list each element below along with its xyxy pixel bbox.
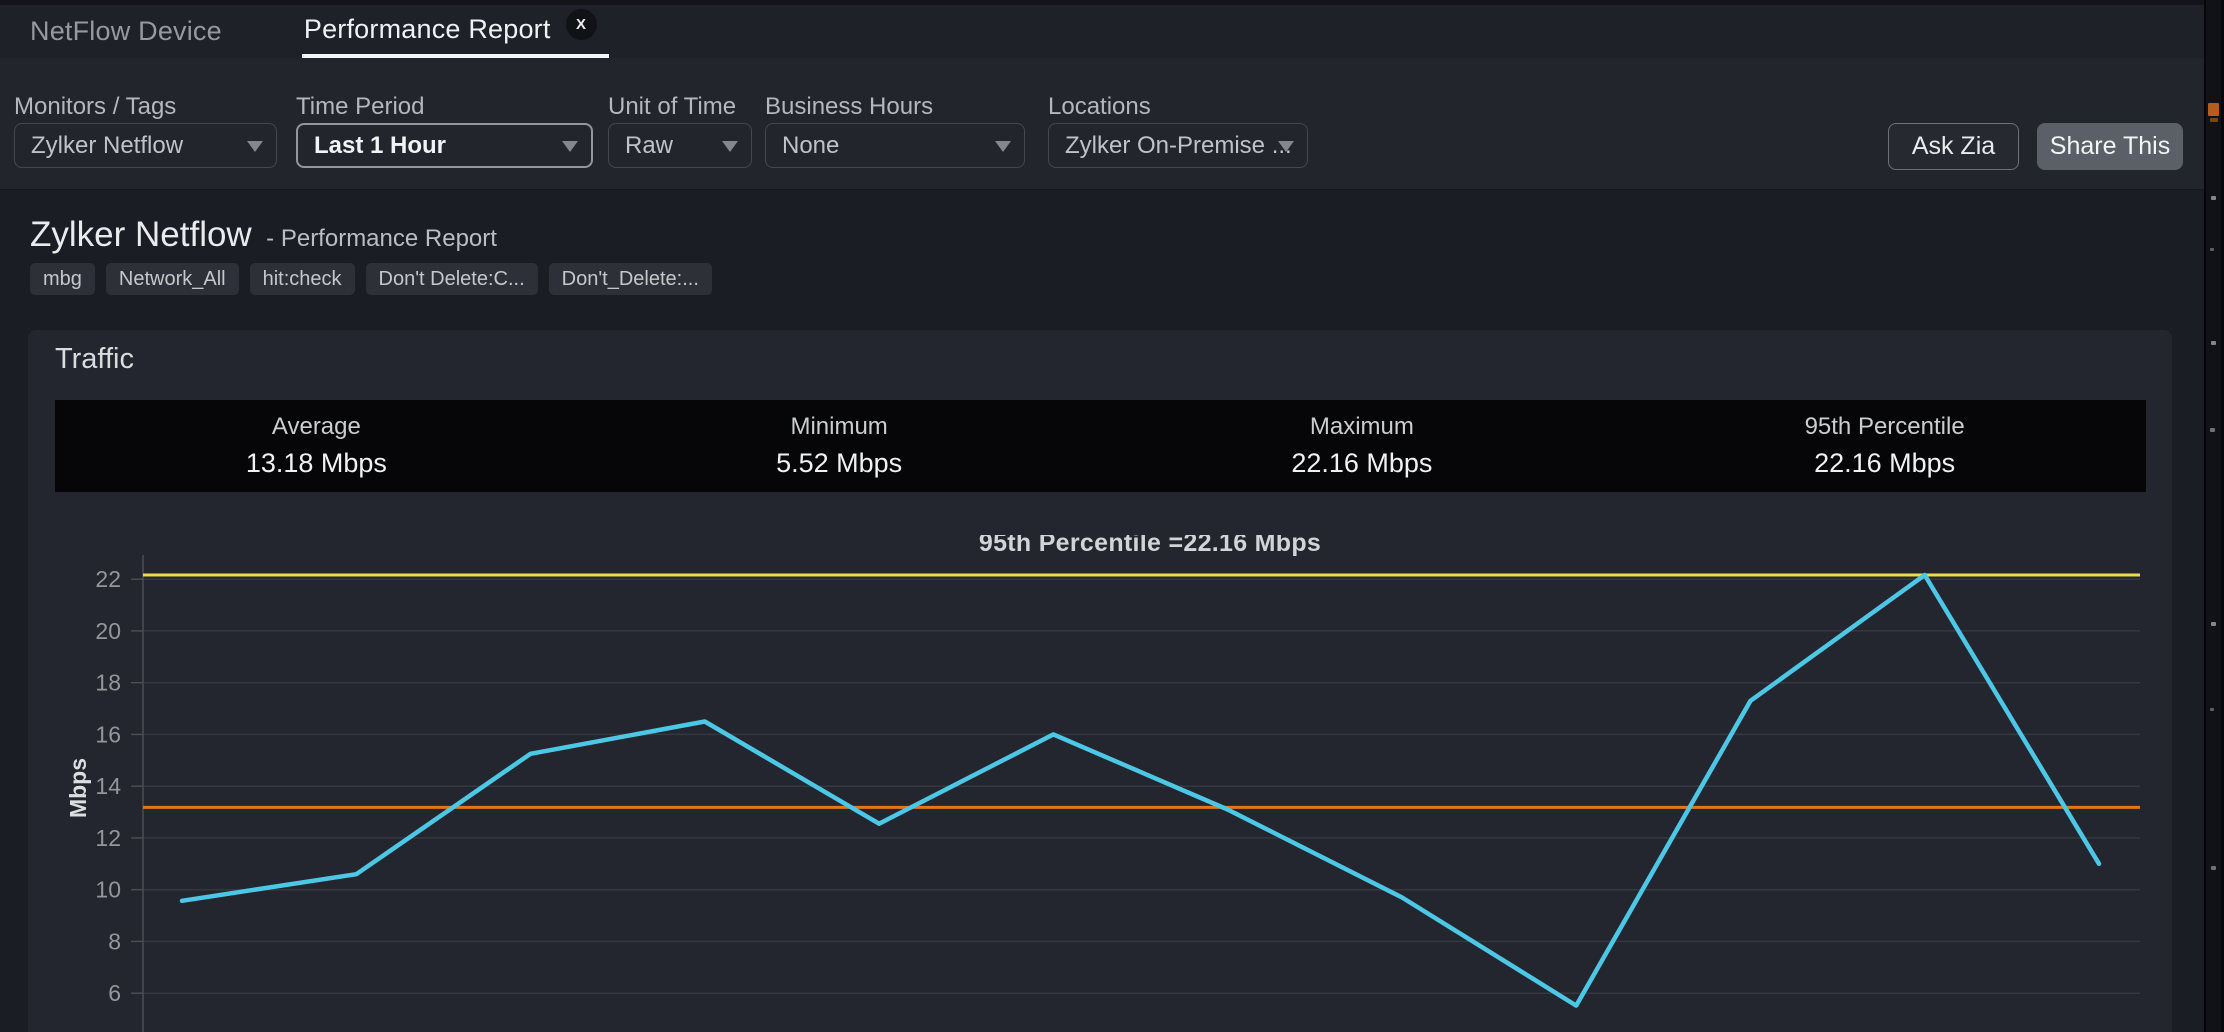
tag-list: mbg Network_All hit:check Don't Delete:C…	[30, 263, 712, 295]
stat-minimum-value: 5.52 Mbps	[776, 448, 902, 479]
minimap-marker	[2210, 248, 2214, 251]
business-hours-value: None	[782, 132, 839, 160]
stat-maximum-value: 22.16 Mbps	[1291, 448, 1432, 479]
minimap-marker	[2208, 103, 2219, 116]
traffic-section-title: Traffic	[55, 343, 134, 376]
chevron-down-icon	[722, 141, 738, 152]
stat-minimum: Minimum 5.52 Mbps	[578, 400, 1101, 492]
tag-chip[interactable]: Don't Delete:C...	[366, 263, 538, 295]
stat-average: Average 13.18 Mbps	[55, 400, 578, 492]
tag-chip[interactable]: mbg	[30, 263, 95, 295]
monitors-tags-label: Monitors / Tags	[14, 93, 176, 121]
report-subtitle: - Performance Report	[266, 225, 497, 252]
ask-zia-button[interactable]: Ask Zia	[1888, 123, 2019, 170]
time-period-select[interactable]: Last 1 Hour	[296, 123, 593, 168]
y-axis-title: Mbps	[65, 758, 91, 818]
chevron-down-icon	[562, 141, 578, 152]
unit-of-time-select[interactable]: Raw	[608, 123, 752, 168]
y-tick-label: 16	[95, 721, 121, 747]
stat-average-label: Average	[272, 413, 361, 441]
monitors-tags-value: Zylker Netflow	[31, 132, 183, 160]
unit-of-time-label: Unit of Time	[608, 93, 736, 121]
report-title: Zylker Netflow - Performance Report	[30, 215, 497, 255]
y-tick-label: 20	[95, 618, 121, 644]
share-this-button[interactable]: Share This	[2037, 123, 2183, 170]
unit-of-time-value: Raw	[625, 132, 673, 160]
monitor-name: Zylker Netflow	[30, 215, 252, 254]
chevron-down-icon	[995, 141, 1011, 152]
locations-select[interactable]: Zylker On-Premise ...	[1048, 123, 1308, 168]
y-tick-label: 18	[95, 670, 121, 696]
chevron-down-icon	[1278, 141, 1294, 152]
minimap-marker	[2211, 622, 2216, 626]
stat-average-value: 13.18 Mbps	[246, 448, 387, 479]
business-hours-label: Business Hours	[765, 93, 933, 121]
minimap-marker	[2211, 196, 2216, 200]
y-tick-label: 12	[95, 825, 121, 851]
y-tick-label: 14	[95, 773, 121, 799]
y-tick-label: 10	[95, 877, 121, 903]
minimap-marker	[2211, 866, 2216, 870]
chevron-down-icon	[247, 141, 263, 152]
stat-95th-value: 22.16 Mbps	[1814, 448, 1955, 479]
traffic-line-chart[interactable]: 22 20 18 16 14 12 10 8 6 Mbps	[28, 530, 2172, 1032]
traffic-card: Traffic Average 13.18 Mbps Minimum 5.52 …	[28, 330, 2172, 1032]
minimap-marker	[2211, 341, 2216, 345]
time-period-label: Time Period	[296, 93, 424, 121]
minimap-marker	[2210, 428, 2215, 432]
tag-chip[interactable]: Network_All	[106, 263, 239, 295]
minimap-marker	[2210, 708, 2214, 711]
stat-maximum: Maximum 22.16 Mbps	[1101, 400, 1624, 492]
filter-bar: Monitors / Tags Zylker Netflow Time Peri…	[0, 58, 2224, 190]
tab-performance-report[interactable]: Performance Report X	[302, 5, 609, 58]
close-tab-icon[interactable]: X	[566, 9, 597, 40]
business-hours-select[interactable]: None	[765, 123, 1025, 168]
stat-95th-percentile: 95th Percentile 22.16 Mbps	[1623, 400, 2146, 492]
time-period-value: Last 1 Hour	[314, 132, 446, 160]
tag-chip[interactable]: Don't_Delete:...	[549, 263, 712, 295]
traffic-stats-bar: Average 13.18 Mbps Minimum 5.52 Mbps Max…	[55, 400, 2146, 492]
scrollbar-minimap[interactable]	[2204, 0, 2224, 1032]
stat-minimum-label: Minimum	[790, 413, 887, 441]
tab-netflow-device[interactable]: NetFlow Device	[30, 16, 222, 47]
stat-95th-label: 95th Percentile	[1805, 413, 1965, 441]
stat-maximum-label: Maximum	[1310, 413, 1414, 441]
locations-value: Zylker On-Premise ...	[1065, 132, 1292, 160]
tab-performance-report-label: Performance Report	[304, 14, 551, 45]
y-tick-label: 6	[108, 980, 121, 1006]
minimap-marker	[2210, 118, 2218, 122]
tab-bar: NetFlow Device Performance Report X	[0, 5, 2224, 58]
scrollbar-track[interactable]	[2206, 0, 2221, 1032]
y-tick-label: 8	[108, 928, 121, 954]
y-tick-label: 22	[95, 566, 121, 592]
tag-chip[interactable]: hit:check	[250, 263, 355, 295]
monitors-tags-select[interactable]: Zylker Netflow	[14, 123, 277, 168]
locations-label: Locations	[1048, 93, 1151, 121]
